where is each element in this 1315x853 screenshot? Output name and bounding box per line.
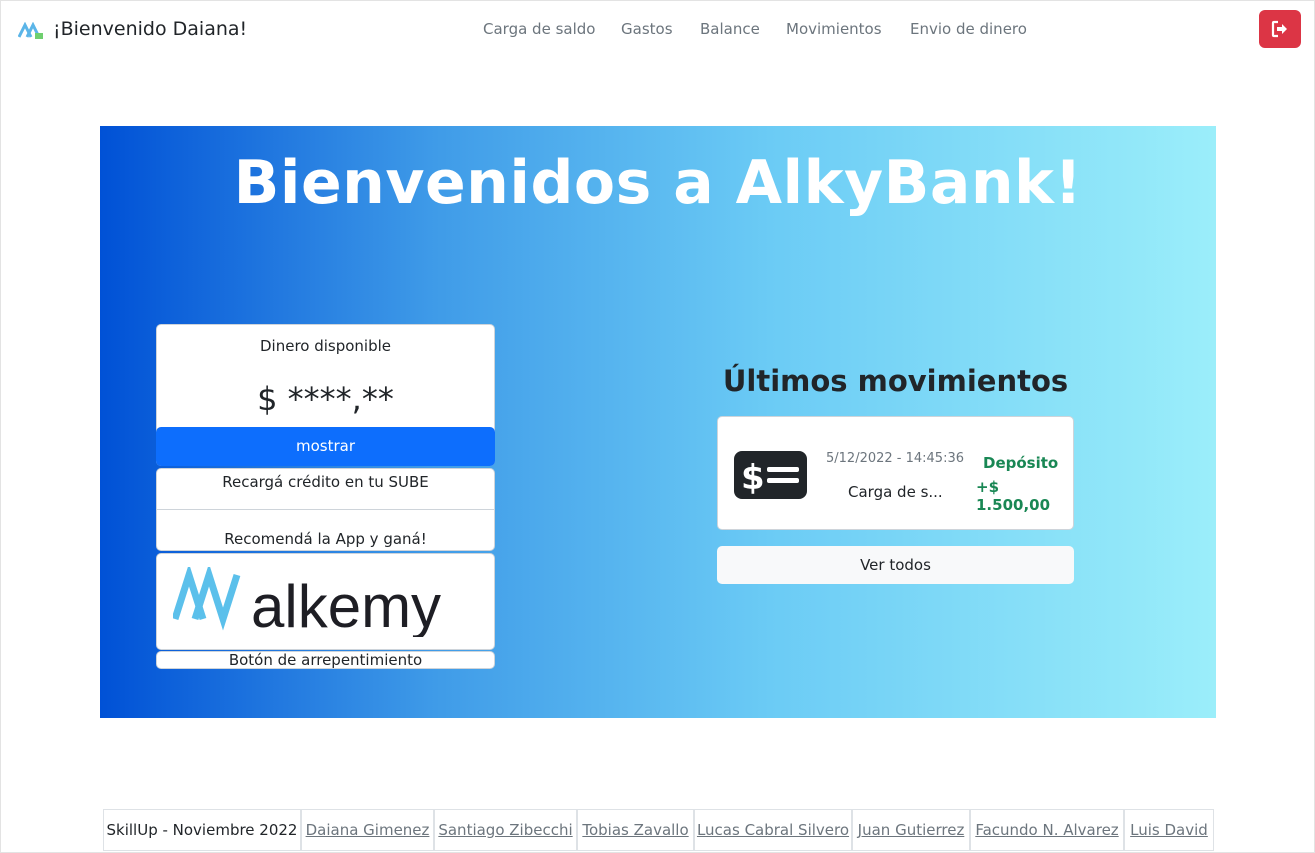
sube-recharge-link[interactable]: Recargá crédito en tu SUBE (157, 473, 494, 491)
alkemy-banner[interactable]: alkemy (156, 553, 495, 650)
movement-amount: +$ 1.500,00 (976, 478, 1051, 514)
balance-amount: $ ****,** (257, 380, 394, 418)
sign-out-icon (1271, 20, 1287, 38)
welcome-title[interactable]: ¡Bienvenido Daiana! (53, 18, 247, 40)
footer-author-link[interactable]: Santiago Zibecchi (434, 809, 577, 851)
show-balance-button[interactable]: mostrar (156, 427, 495, 466)
svg-text:$: $ (741, 458, 765, 498)
nav-link-gastos[interactable]: Gastos (621, 20, 673, 38)
app-logo-icon (18, 22, 43, 39)
balance-label: Dinero disponible (259, 337, 392, 355)
nav-link-envio-de-dinero[interactable]: Envio de dinero (910, 20, 1027, 38)
recommend-app-link[interactable]: Recomendá la App y ganá! (157, 530, 494, 548)
footer-label: SkillUp - Noviembre 2022 (103, 809, 301, 851)
alkemy-logo: alkemy (173, 567, 441, 637)
hero-title: Bienvenidos a AlkyBank! (233, 148, 1083, 218)
movements-title: Últimos movimientos (722, 364, 1069, 398)
regret-button[interactable]: Botón de arrepentimiento (156, 651, 495, 669)
cash-icon: $ (734, 451, 807, 499)
footer-author-link[interactable]: Tobias Zavallo (577, 809, 694, 851)
nav-link-carga-de-saldo[interactable]: Carga de saldo (483, 20, 595, 38)
footer-author-link[interactable]: Facundo N. Alvarez (970, 809, 1124, 851)
footer-author-link[interactable]: Lucas Cabral Silvero (694, 809, 852, 851)
movement-type: Depósito (983, 454, 1059, 472)
footer-author-link[interactable]: Luis David (1124, 809, 1214, 851)
logout-button[interactable] (1259, 10, 1301, 48)
movement-description: Carga de s... (848, 483, 943, 501)
movement-card[interactable]: $ 5/12/2022 - 14:45:36 Carga de s... Dep… (717, 416, 1074, 530)
see-all-button[interactable]: Ver todos (717, 546, 1074, 584)
nav-link-balance[interactable]: Balance (700, 20, 760, 38)
nav-link-movimientos[interactable]: Movimientos (786, 20, 882, 38)
movement-date: 5/12/2022 - 14:45:36 (826, 451, 964, 466)
footer-author-link[interactable]: Juan Gutierrez (852, 809, 970, 851)
promo-card: Recargá crédito en tu SUBE Recomendá la … (156, 468, 495, 551)
regret-button-label: Botón de arrepentimiento (228, 651, 423, 669)
promo-divider (157, 509, 494, 510)
alkemy-logo-text: alkemy (251, 573, 441, 637)
footer-author-link[interactable]: Daiana Gimenez (301, 809, 434, 851)
hero-banner: Bienvenidos a AlkyBank! Dinero disponibl… (100, 126, 1216, 718)
